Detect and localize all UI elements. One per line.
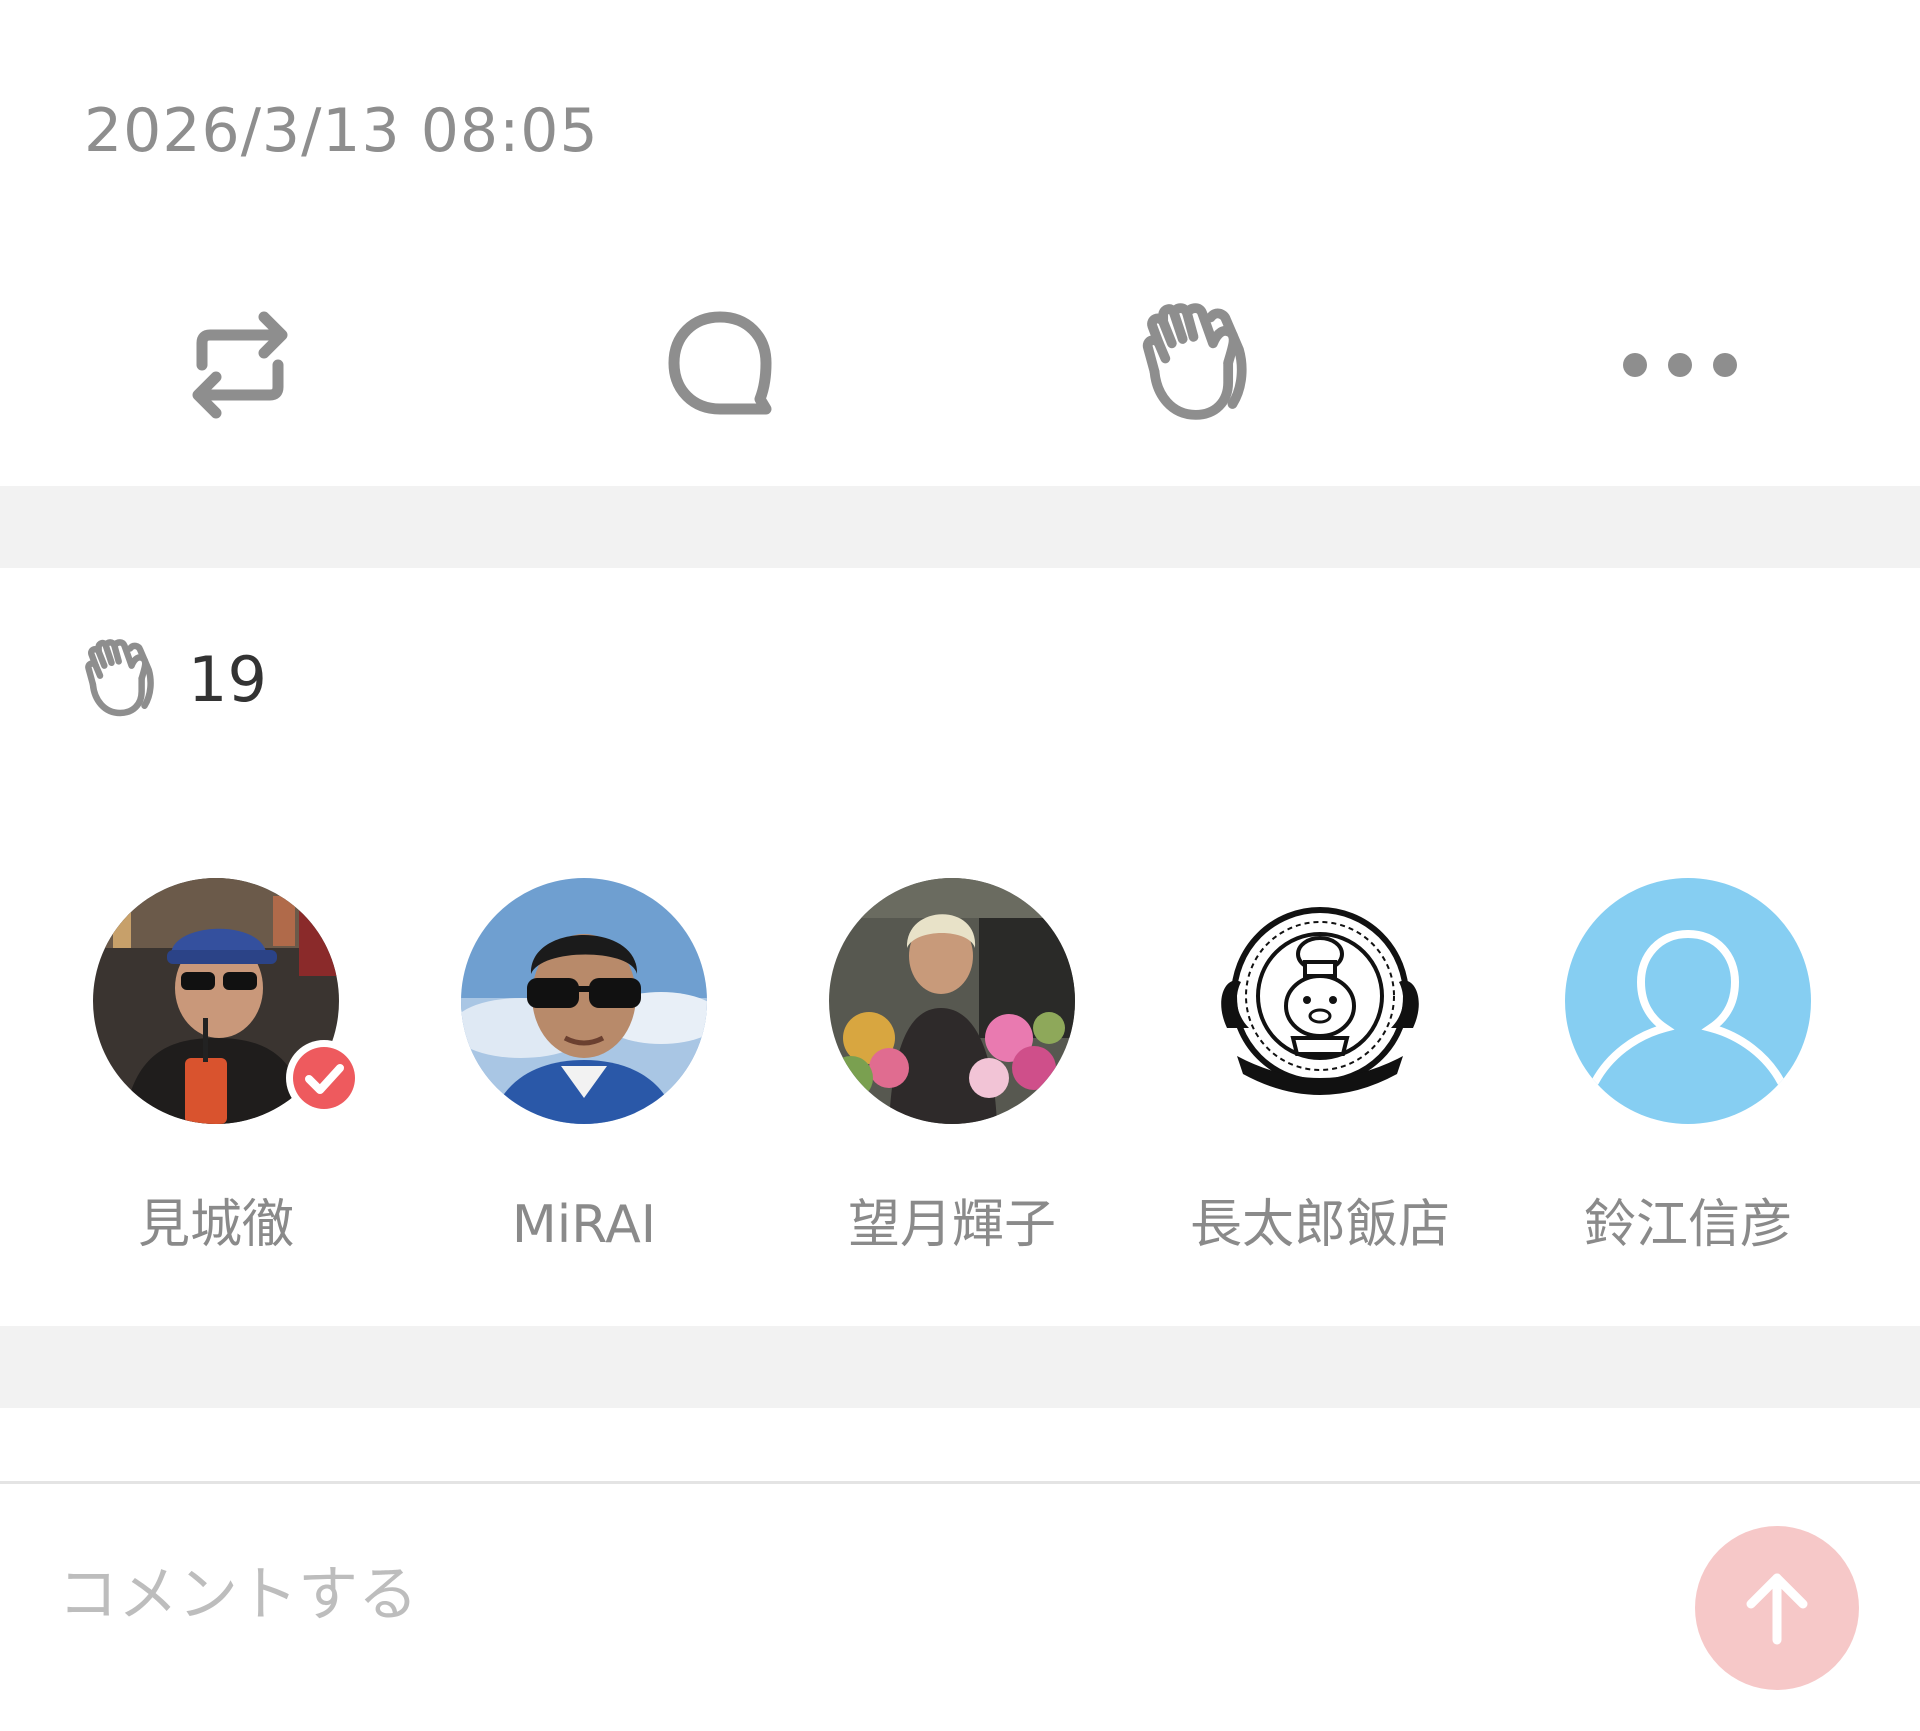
- clapper-item[interactable]: 見城徹: [66, 878, 366, 1258]
- comment-bubble-icon: [668, 311, 772, 415]
- verified-badge-icon: [286, 1040, 362, 1116]
- send-comment-button[interactable]: [1695, 1526, 1859, 1690]
- clapper-name[interactable]: MiRAI: [434, 1193, 734, 1257]
- clapper-item[interactable]: 望月輝子: [802, 878, 1102, 1258]
- repost-button[interactable]: [165, 290, 315, 440]
- avatar[interactable]: [461, 878, 707, 1124]
- comment-button[interactable]: [645, 290, 795, 440]
- clap-button[interactable]: [1125, 290, 1275, 440]
- avatar[interactable]: [829, 878, 1075, 1124]
- clapper-name[interactable]: 鈴江信彦: [1538, 1193, 1838, 1257]
- clapper-item[interactable]: 長太郎飯店: [1170, 878, 1470, 1258]
- clapper-list: 見城徹 MiRAI 望月輝子 長太郎飯店 鈴江信彦: [0, 878, 1920, 1258]
- section-divider: [0, 1326, 1920, 1408]
- arrow-up-icon: [1746, 1573, 1808, 1645]
- section-divider: [0, 486, 1920, 568]
- clap-hands-icon: [1142, 303, 1247, 420]
- clap-count-row[interactable]: 19: [80, 639, 267, 720]
- more-button[interactable]: [1605, 290, 1755, 440]
- comment-input[interactable]: [58, 1550, 1618, 1640]
- post-action-bar: [0, 290, 1920, 440]
- clapper-item[interactable]: MiRAI: [434, 878, 734, 1258]
- clapper-name[interactable]: 見城徹: [66, 1193, 366, 1257]
- default-avatar-icon: [1565, 878, 1811, 1124]
- avatar[interactable]: [1197, 878, 1443, 1124]
- clap-count: 19: [188, 643, 267, 716]
- clapper-name[interactable]: 望月輝子: [802, 1193, 1102, 1257]
- post-timestamp: 2026/3/13 08:05: [84, 96, 599, 166]
- comment-bar-divider: [0, 1481, 1920, 1484]
- clap-hands-icon: [85, 639, 154, 717]
- avatar[interactable]: [1565, 878, 1811, 1124]
- more-dots-icon: [1623, 353, 1737, 377]
- clapper-name[interactable]: 長太郎飯店: [1170, 1193, 1470, 1257]
- post-detail-page: 2026/3/13 08:05 19 見城徹 MiRAI 望月輝子 長太郎飯店 …: [0, 0, 1920, 1731]
- clapper-item[interactable]: 鈴江信彦: [1538, 878, 1838, 1258]
- repost-icon: [192, 311, 288, 419]
